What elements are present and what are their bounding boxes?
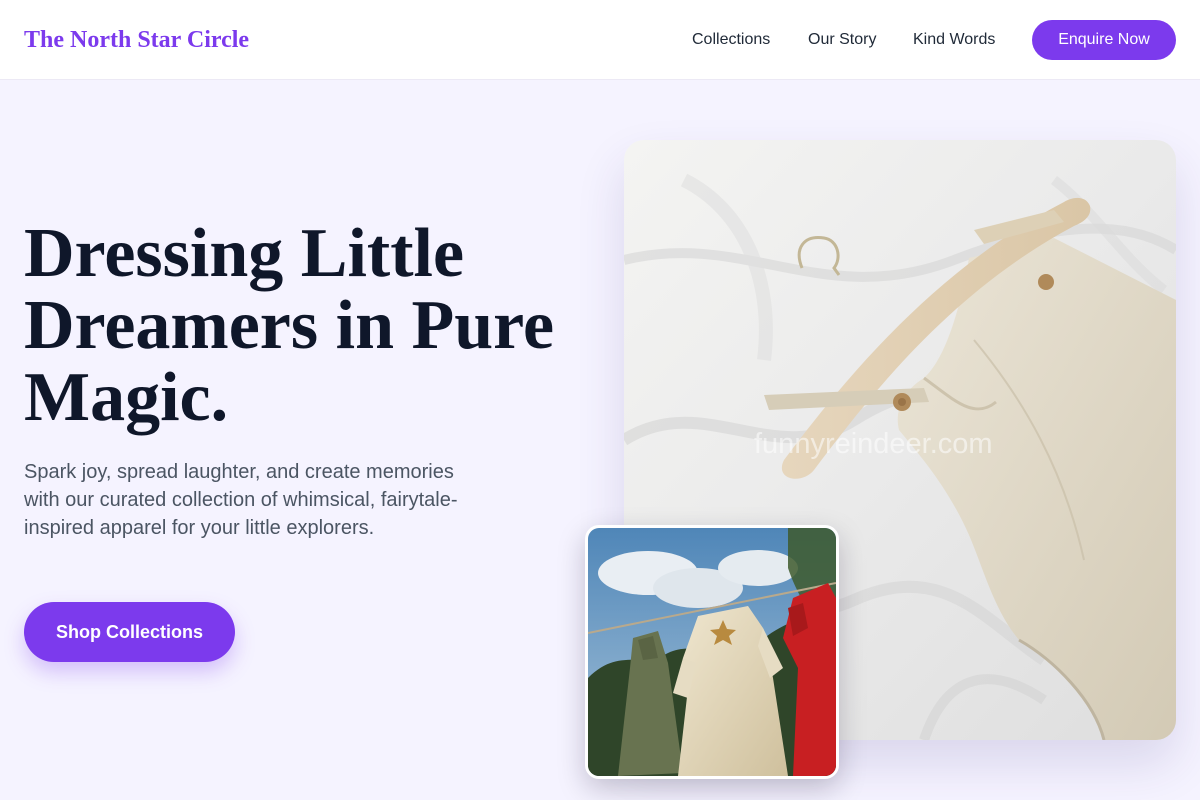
enquire-now-button[interactable]: Enquire Now bbox=[1032, 20, 1176, 60]
brand-logo[interactable]: The North Star Circle bbox=[24, 26, 249, 54]
clothesline-dresses-photo bbox=[588, 528, 836, 776]
image-watermark: funnyreindeer.com bbox=[754, 428, 993, 460]
hero-subtitle: Spark joy, spread laughter, and create m… bbox=[24, 461, 458, 539]
nav-link-our-story[interactable]: Our Story bbox=[808, 30, 876, 50]
clothesline-dresses-image bbox=[585, 525, 839, 779]
site-header: The North Star Circle Collections Our St… bbox=[0, 0, 1200, 80]
nav-link-kind-words[interactable]: Kind Words bbox=[913, 30, 995, 50]
hero-title: Dressing Little Dreamers in Pure Magic. bbox=[24, 215, 555, 436]
nav-link-collections[interactable]: Collections bbox=[692, 30, 770, 50]
shop-collections-button[interactable]: Shop Collections bbox=[24, 602, 235, 662]
